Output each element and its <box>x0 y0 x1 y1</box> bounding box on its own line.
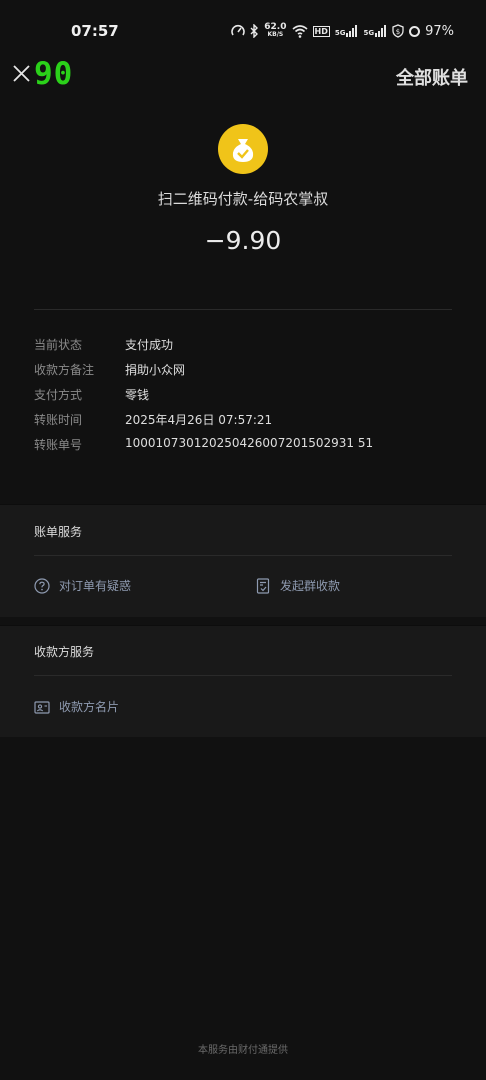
detail-remark: 收款方备注 捐助小众网 <box>34 361 185 381</box>
bill-service-section: 账单服务 对订单有疑惑 发起群收款 <box>0 504 486 617</box>
net-speed: 62.0 KB/S <box>264 22 287 39</box>
battery-icon <box>409 25 421 37</box>
divider <box>34 555 452 556</box>
detail-label: 当前状态 <box>34 338 83 352</box>
svg-text:$: $ <box>396 28 400 36</box>
close-icon[interactable] <box>13 65 30 82</box>
detail-label: 收款方备注 <box>34 363 95 377</box>
all-bills-link[interactable]: 全部账单 <box>396 64 468 90</box>
contact-card-icon <box>34 700 50 714</box>
detail-value[interactable]: 100010730120250426007201502931 51 <box>125 436 373 456</box>
divider <box>34 675 452 676</box>
footer-text: 本服务由财付通提供 <box>198 1045 288 1056</box>
svc-label: 对订单有疑惑 <box>59 579 132 593</box>
counter-badge: 90 <box>34 56 74 92</box>
detail-label: 转账单号 <box>34 438 83 452</box>
detail-label: 支付方式 <box>34 388 83 402</box>
detail-value: 捐助小众网 <box>125 363 186 377</box>
signal-bars-icon <box>375 25 387 37</box>
detail-label: 转账时间 <box>34 413 83 427</box>
signal-5g-2: 5G <box>363 25 387 37</box>
detail-time: 转账时间 2025年4月26日 07:57:21 <box>34 411 272 431</box>
divider <box>34 309 452 310</box>
svc-label: 发起群收款 <box>280 579 341 593</box>
header: 90 全部账单 <box>0 52 486 98</box>
order-question-button[interactable]: 对订单有疑惑 <box>34 577 131 594</box>
status-icons: 62.0 KB/S HD 5G 5G $ 97% <box>231 23 454 39</box>
wifi-icon <box>291 24 308 38</box>
detail-order-no: 转账单号 100010730120250426007201502931 51 <box>34 436 373 456</box>
section-title: 收款方服务 <box>34 645 95 659</box>
detail-value: 零钱 <box>125 388 150 402</box>
payee-card-button[interactable]: 收款方名片 <box>34 698 119 715</box>
group-collect-button[interactable]: 发起群收款 <box>255 577 340 594</box>
payee-service-section: 收款方服务 收款方名片 <box>0 625 486 737</box>
status-time: 07:57 <box>71 22 119 40</box>
money-bag-icon <box>218 124 268 174</box>
detail-status: 当前状态 支付成功 <box>34 336 173 356</box>
receipt-check-icon <box>256 577 270 594</box>
payment-amount: −9.90 <box>204 226 282 255</box>
signal-bars-icon <box>346 25 358 37</box>
signal-5g-1: 5G <box>335 25 359 37</box>
detail-value: 2025年4月26日 07:57:21 <box>125 413 273 427</box>
battery-percent: 97% <box>425 23 454 39</box>
speedometer-icon <box>231 24 246 36</box>
merchant-name: 扫二维码付款-给码农掌叔 <box>157 190 329 208</box>
hd-badge: HD <box>312 25 330 37</box>
shield-dollar-icon: $ <box>392 24 404 38</box>
detail-method: 支付方式 零钱 <box>34 386 149 406</box>
detail-value: 支付成功 <box>125 338 174 352</box>
question-circle-icon <box>34 577 50 594</box>
section-title: 账单服务 <box>34 525 83 539</box>
svc-label: 收款方名片 <box>59 700 120 714</box>
bluetooth-icon <box>250 24 259 38</box>
